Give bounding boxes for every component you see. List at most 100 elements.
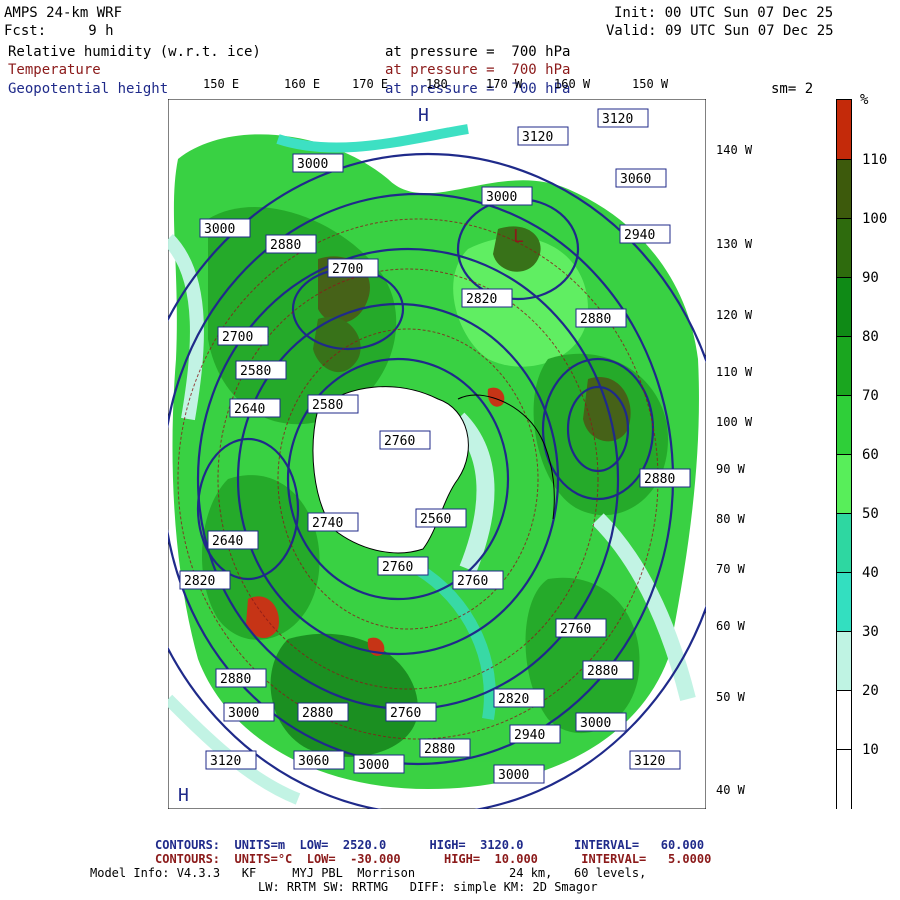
svg-text:3120: 3120 [602, 112, 633, 127]
weather-map: 3120 3120 3000 3000 3060 3000 2880 2940 … [168, 99, 706, 809]
contour-label: 2820 [493, 688, 545, 708]
lon-label: 160 E [284, 77, 321, 91]
contour-label: 2880 [297, 702, 349, 722]
contour-label: 3060 [615, 168, 667, 188]
svg-text:2700: 2700 [332, 262, 363, 277]
svg-text:3120: 3120 [634, 754, 665, 769]
smoothing-label: sm= 2 [771, 81, 814, 97]
svg-text:3060: 3060 [620, 172, 651, 187]
contour-label: 2560 [415, 508, 467, 528]
contour-label: 3000 [353, 754, 405, 774]
contour-label: 2880 [639, 468, 691, 488]
forecast-hour: Fcst: 9 h [4, 23, 114, 39]
svg-text:2880: 2880 [424, 742, 455, 757]
lat-label: 130 W [716, 237, 753, 251]
colorbar-tick: 90 [862, 270, 879, 286]
colorbar-tick: 80 [862, 329, 879, 345]
contour-label: 2880 [215, 668, 267, 688]
svg-text:2760: 2760 [390, 706, 421, 721]
contour-label: 2580 [235, 360, 287, 380]
lat-label: 70 W [716, 562, 745, 576]
svg-text:3060: 3060 [298, 754, 329, 769]
colorbar-segment [837, 572, 851, 633]
contour-label: 3120 [597, 108, 649, 128]
low-marker: L [513, 226, 524, 247]
lon-label: 150 W [632, 77, 669, 91]
colorbar-segment [837, 454, 851, 515]
svg-text:2940: 2940 [624, 228, 655, 243]
contour-label: 2580 [307, 394, 359, 414]
svg-text:3000: 3000 [486, 190, 517, 205]
contour-label: 2640 [207, 530, 259, 550]
contour-label: 2760 [379, 430, 431, 450]
svg-text:2880: 2880 [587, 664, 618, 679]
svg-text:3000: 3000 [204, 222, 235, 237]
svg-text:2880: 2880 [580, 312, 611, 327]
contour-label: 2820 [461, 288, 513, 308]
contour-label: 2760 [452, 570, 504, 590]
contour-label: 2940 [619, 224, 671, 244]
footer-model-info: Model Info: V4.3.3 KF MYJ PBL Morrison 2… [90, 866, 647, 880]
lon-label: 160 W [554, 77, 591, 91]
colorbar-tick: 30 [862, 624, 879, 640]
contour-label: 3060 [293, 750, 345, 770]
field-temp-level: at pressure = 700 hPa [385, 62, 571, 78]
lat-label: 120 W [716, 308, 753, 322]
svg-text:2740: 2740 [312, 516, 343, 531]
colorbar [836, 99, 852, 810]
colorbar-tick: 10 [862, 742, 879, 758]
svg-text:2700: 2700 [222, 330, 253, 345]
lat-label: 140 W [716, 143, 753, 157]
lat-label: 40 W [716, 783, 745, 797]
lat-label: 110 W [716, 365, 753, 379]
colorbar-unit: % [860, 92, 869, 108]
colorbar-segment [837, 218, 851, 279]
svg-text:2760: 2760 [457, 574, 488, 589]
svg-text:2880: 2880 [270, 238, 301, 253]
colorbar-segment [837, 690, 851, 751]
colorbar-segment [837, 749, 851, 810]
colorbar-segment [837, 277, 851, 338]
footer-temp-contours: CONTOURS: UNITS=°C LOW= -30.000 HIGH= 10… [155, 852, 712, 866]
colorbar-tick: 40 [862, 565, 879, 581]
contour-label: 3000 [481, 186, 533, 206]
colorbar-tick: 100 [862, 211, 888, 227]
svg-text:2820: 2820 [184, 574, 215, 589]
field-height-level: at pressure = 700 hPa [385, 81, 571, 97]
contour-label: 3000 [292, 153, 344, 173]
colorbar-tick: 70 [862, 388, 879, 404]
contour-label: 3000 [223, 702, 275, 722]
lat-label: 60 W [716, 619, 745, 633]
contour-label: 2700 [217, 326, 269, 346]
contour-label: 2880 [419, 738, 471, 758]
lon-label: 170 W [486, 77, 523, 91]
lat-label: 100 W [716, 415, 753, 429]
contour-label: 3000 [493, 764, 545, 784]
svg-text:2820: 2820 [466, 292, 497, 307]
svg-text:2940: 2940 [514, 728, 545, 743]
colorbar-tick: 60 [862, 447, 879, 463]
colorbar-segment [837, 513, 851, 574]
high-marker: H [178, 785, 189, 806]
svg-text:3120: 3120 [210, 754, 241, 769]
svg-text:3120: 3120 [522, 130, 553, 145]
colorbar-tick: 110 [862, 152, 888, 168]
contour-label: 2760 [555, 618, 607, 638]
svg-text:3000: 3000 [580, 716, 611, 731]
contour-label: 3120 [629, 750, 681, 770]
contour-label: 2760 [377, 556, 429, 576]
svg-text:2580: 2580 [240, 364, 271, 379]
contour-label: 2880 [575, 308, 627, 328]
colorbar-tick: 50 [862, 506, 879, 522]
contour-label: 2880 [265, 234, 317, 254]
high-marker: H [418, 105, 429, 126]
svg-text:2820: 2820 [498, 692, 529, 707]
colorbar-tick: 20 [862, 683, 879, 699]
field-temp-title: Temperature [8, 62, 101, 78]
svg-text:2880: 2880 [220, 672, 251, 687]
valid-time: Valid: 09 UTC Sun 07 Dec 25 [606, 23, 834, 39]
contour-label: 2760 [385, 702, 437, 722]
field-rh-title: Relative humidity (w.r.t. ice) [8, 44, 261, 60]
colorbar-segment [837, 100, 851, 160]
contour-label: 2940 [509, 724, 561, 744]
